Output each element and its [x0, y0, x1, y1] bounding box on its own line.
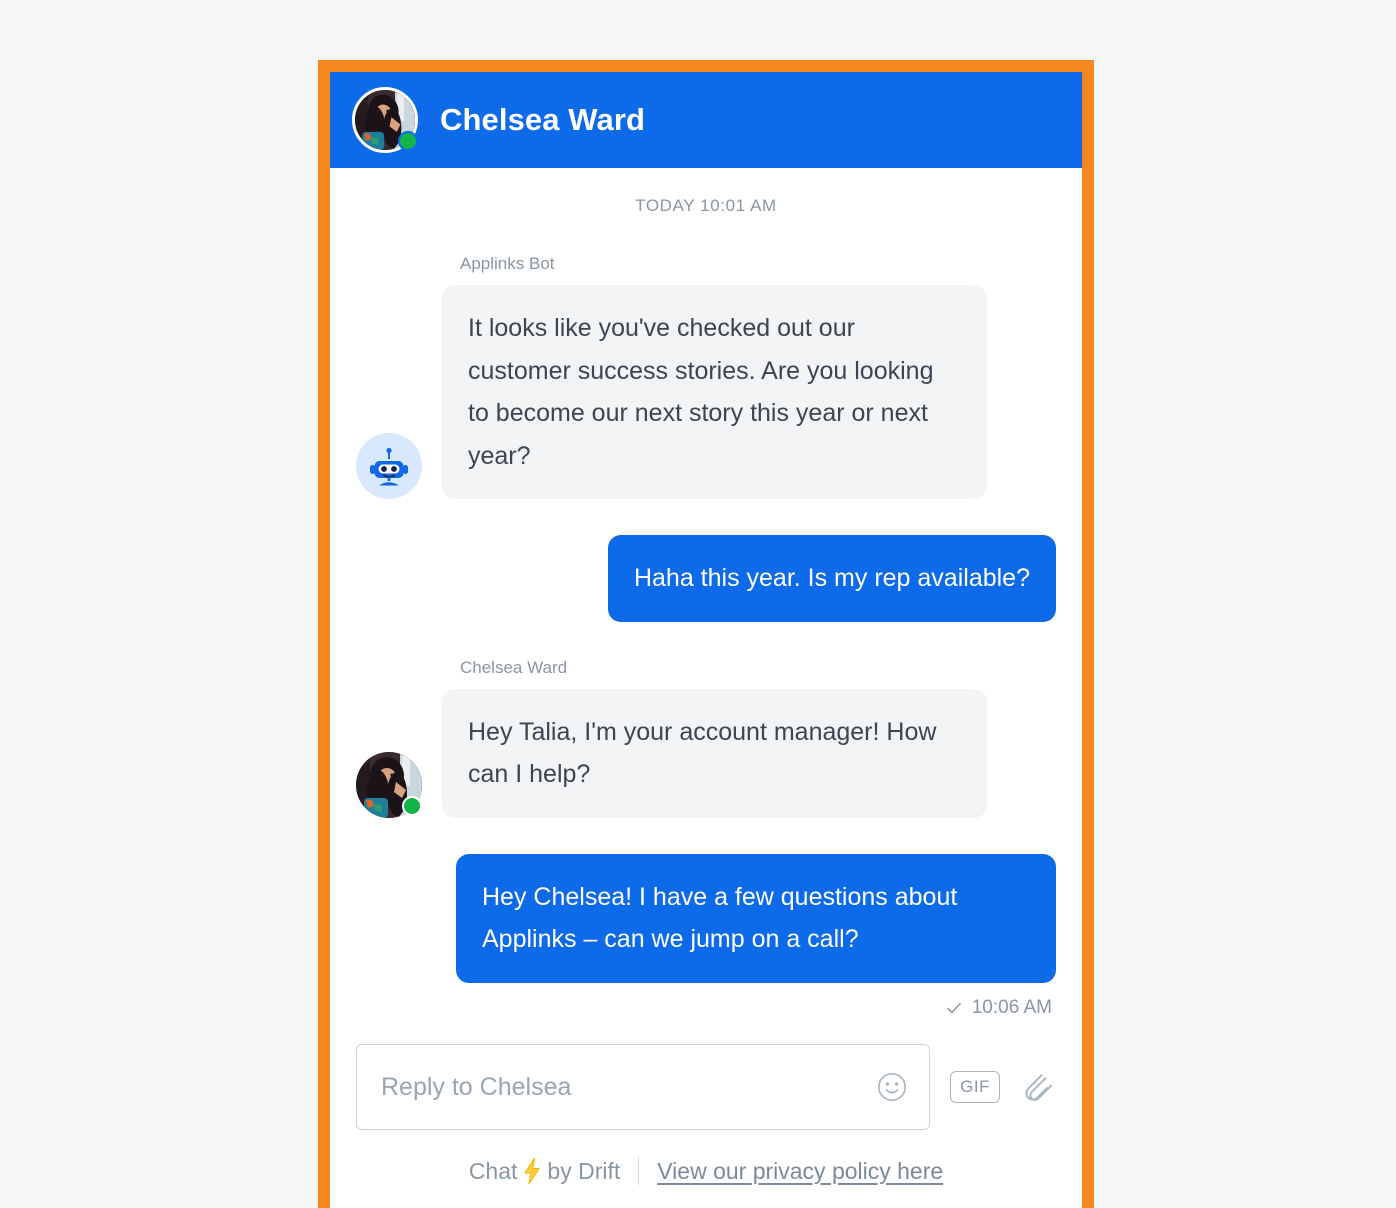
bolt-icon: [519, 1156, 545, 1186]
message-group-user: Haha this year. Is my rep available?: [356, 535, 1056, 622]
message-row: Hey Talia, I'm your account manager! How…: [356, 688, 1056, 818]
emoji-button[interactable]: [875, 1070, 909, 1104]
chat-widget: Chelsea Ward TODAY 10:01 AM Applinks Bot: [330, 72, 1082, 1208]
bot-avatar-icon: [356, 433, 422, 499]
sender-name: Applinks Bot: [460, 254, 555, 273]
message-bubble: It looks like you've checked out our cus…: [442, 285, 987, 499]
day-divider: TODAY 10:01 AM: [635, 196, 777, 215]
message-group-agent: Chelsea Ward Hey Talia, I'm your account…: [356, 658, 1056, 818]
message-row: Haha this year. Is my rep available?: [356, 535, 1056, 622]
read-receipt: 10:06 AM: [356, 997, 1056, 1019]
online-status-dot: [398, 131, 418, 151]
privacy-policy-link[interactable]: View our privacy policy here: [657, 1158, 943, 1185]
screenshot-stage: Chelsea Ward TODAY 10:01 AM Applinks Bot: [0, 0, 1396, 1208]
footer-divider: [638, 1157, 640, 1185]
chat-header: Chelsea Ward: [330, 72, 1082, 168]
sender-name: Chelsea Ward: [460, 657, 568, 677]
paperclip-icon: [1025, 1074, 1053, 1101]
reply-input[interactable]: [381, 1072, 862, 1102]
reply-input-shell[interactable]: [356, 1044, 931, 1130]
brand-prefix: Chat: [468, 1157, 518, 1184]
gif-button[interactable]: GIF: [950, 1071, 1000, 1103]
composer-tools: GIF: [930, 1068, 1056, 1106]
message-composer: GIF: [330, 1024, 1082, 1130]
robot-icon: [370, 447, 408, 486]
message-row: It looks like you've checked out our cus…: [356, 285, 1056, 499]
message-bubble: Hey Chelsea! I have a few questions abou…: [456, 853, 1056, 983]
brand-label: Chat by Drift: [469, 1156, 620, 1186]
chat-widget-frame: Chelsea Ward TODAY 10:01 AM Applinks Bot: [318, 60, 1094, 1208]
brand-suffix: by Drift: [547, 1157, 621, 1184]
header-avatar[interactable]: [352, 87, 418, 153]
online-status-dot: [402, 795, 422, 816]
message-bubble: Haha this year. Is my rep available?: [607, 535, 1056, 622]
agent-avatar[interactable]: [356, 751, 422, 818]
message-bubble: Hey Talia, I'm your account manager! How…: [442, 688, 987, 818]
page-title: Chelsea Ward: [440, 102, 646, 137]
message-row: Hey Chelsea! I have a few questions abou…: [356, 853, 1056, 983]
message-list: TODAY 10:01 AM Applinks Bot It looks lik…: [330, 168, 1082, 1024]
read-receipt-time: 10:06 AM: [971, 996, 1052, 1018]
attachment-button[interactable]: [1018, 1068, 1056, 1106]
message-group-bot: Applinks Bot It looks like you've checke…: [356, 254, 1056, 499]
smiley-icon: [878, 1072, 907, 1102]
check-icon: [946, 1002, 961, 1013]
message-group-user: Hey Chelsea! I have a few questions abou…: [356, 853, 1056, 1019]
chat-footer: Chat by Drift View our privacy policy he…: [330, 1130, 1082, 1208]
